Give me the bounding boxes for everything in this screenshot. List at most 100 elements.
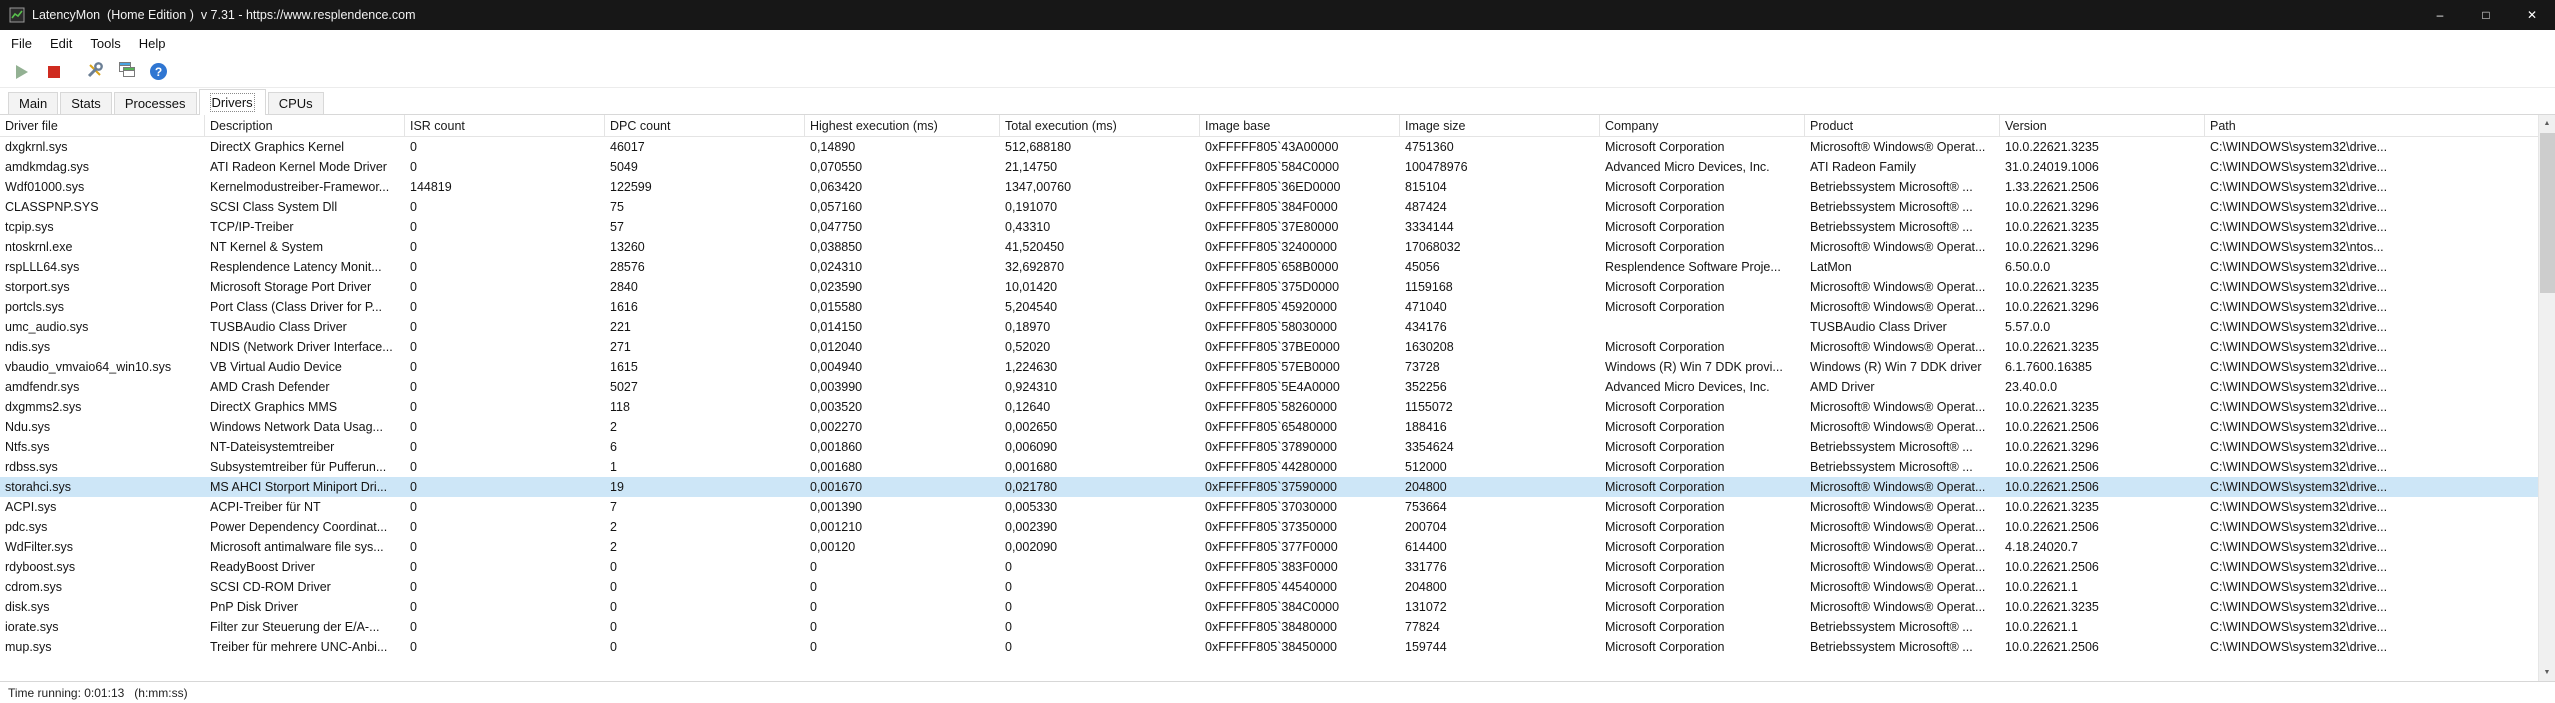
column-header-highest-execution-ms[interactable]: Highest execution (ms) bbox=[805, 115, 1000, 136]
cell-company: Microsoft Corporation bbox=[1605, 640, 1725, 654]
cell-product: Microsoft® Windows® Operat... bbox=[1810, 480, 1986, 494]
cell-product: ATI Radeon Family bbox=[1810, 160, 1917, 174]
cell-highest-execution-ms: 0,004940 bbox=[810, 360, 863, 374]
cell-product: TUSBAudio Class Driver bbox=[1810, 320, 1947, 334]
cell-dpc-count: 5027 bbox=[610, 380, 638, 394]
cell-image-size: 204800 bbox=[1405, 480, 1447, 494]
table-row-pdc-sys[interactable]: pdc.sys Power Dependency Coordinat... 0 2 0,… bbox=[0, 517, 2555, 537]
tab-processes[interactable]: Processes bbox=[113, 92, 197, 114]
column-header-total-execution-ms[interactable]: Total execution (ms) bbox=[1000, 115, 1200, 136]
table-row-dxgmms2-sys[interactable]: dxgmms2.sys DirectX Graphics MMS 0 118 0,003… bbox=[0, 397, 2555, 417]
table-row-cdrom-sys[interactable]: cdrom.sys SCSI CD-ROM Driver 0 0 0 0 0xFFFFF80… bbox=[0, 577, 2555, 597]
table-row-ndu-sys[interactable]: Ndu.sys Windows Network Data Usag... 0 2 0,0… bbox=[0, 417, 2555, 437]
cell-company: Microsoft Corporation bbox=[1605, 480, 1725, 494]
table-row-storport-sys[interactable]: storport.sys Microsoft Storage Port Drive… bbox=[0, 277, 2555, 297]
app-icon[interactable] bbox=[9, 7, 25, 23]
scroll-down-button[interactable]: ▼ bbox=[2539, 664, 2555, 681]
table-row-iorate-sys[interactable]: iorate.sys Filter zur Steuerung der E/A-.… bbox=[0, 617, 2555, 637]
column-header-image-size[interactable]: Image size bbox=[1400, 115, 1600, 136]
cell-path: C:\WINDOWS\system32\drive... bbox=[2210, 460, 2388, 474]
table-row-classpnp-sys[interactable]: CLASSPNP.SYS SCSI Class System Dll 0 75 0,05… bbox=[0, 197, 2555, 217]
table-row-amdfendr-sys[interactable]: amdfendr.sys AMD Crash Defender 0 5027 0,003… bbox=[0, 377, 2555, 397]
cell-highest-execution-ms: 0,002270 bbox=[810, 420, 863, 434]
column-header-dpc-count[interactable]: DPC count bbox=[605, 115, 805, 136]
table-row-umc-audio-sys[interactable]: umc_audio.sys TUSBAudio Class Driver 0 221 0… bbox=[0, 317, 2555, 337]
table-row-rdyboost-sys[interactable]: rdyboost.sys ReadyBoost Driver 0 0 0 0 0xFFFFF… bbox=[0, 557, 2555, 577]
cell-total-execution-ms: 21,14750 bbox=[1005, 160, 1058, 174]
table-row-ntoskrnl-exe[interactable]: ntoskrnl.exe NT Kernel & System 0 13260 0,03… bbox=[0, 237, 2555, 257]
start-monitor-button[interactable] bbox=[7, 59, 36, 85]
table-row-acpi-sys[interactable]: ACPI.sys ACPI-Treiber für NT 0 7 0,001390 0,0… bbox=[0, 497, 2555, 517]
column-header-path[interactable]: Path bbox=[2205, 115, 2555, 136]
table-row-disk-sys[interactable]: disk.sys PnP Disk Driver 0 0 0 0 0xFFFFF805`38… bbox=[0, 597, 2555, 617]
cell-driver-file: ndis.sys bbox=[5, 340, 51, 354]
menu-tools[interactable]: Tools bbox=[81, 30, 129, 56]
scroll-up-button[interactable]: ▲ bbox=[2539, 115, 2555, 132]
table-row-mup-sys[interactable]: mup.sys Treiber für mehrere UNC-Anbi... 0 0… bbox=[0, 637, 2555, 657]
cell-version: 10.0.22621.3296 bbox=[2005, 300, 2099, 314]
table-row-storahci-sys[interactable]: storahci.sys MS AHCI Storport Miniport Dr… bbox=[0, 477, 2555, 497]
close-button[interactable]: ✕ bbox=[2509, 0, 2555, 30]
table-row-wdf01000-sys[interactable]: Wdf01000.sys Kernelmodustreiber-Framewor.… bbox=[0, 177, 2555, 197]
cell-product: Betriebssystem Microsoft® ... bbox=[1810, 220, 1973, 234]
cell-isr-count: 0 bbox=[410, 320, 417, 334]
cell-isr-count: 0 bbox=[410, 580, 417, 594]
cell-version: 4.18.24020.7 bbox=[2005, 540, 2078, 554]
cell-product: Microsoft® Windows® Operat... bbox=[1810, 600, 1986, 614]
tools-icon bbox=[86, 61, 104, 82]
cell-path: C:\WINDOWS\system32\drive... bbox=[2210, 580, 2388, 594]
cell-image-size: 434176 bbox=[1405, 320, 1447, 334]
table-row-portcls-sys[interactable]: portcls.sys Port Class (Class Driver for … bbox=[0, 297, 2555, 317]
cell-highest-execution-ms: 0,14890 bbox=[810, 140, 856, 154]
vertical-scrollbar[interactable]: ▲ ▼ bbox=[2538, 115, 2555, 681]
cell-dpc-count: 0 bbox=[610, 620, 617, 634]
cell-product: Microsoft® Windows® Operat... bbox=[1810, 560, 1986, 574]
minimize-button[interactable]: – bbox=[2417, 0, 2463, 30]
table-row-vbaudio-vmvaio64-win10-sys[interactable]: vbaudio_vmvaio64_win10.sys VB Virtual Aud… bbox=[0, 357, 2555, 377]
column-header-product[interactable]: Product bbox=[1805, 115, 2000, 136]
tab-label: Main bbox=[19, 96, 48, 111]
column-header-image-base[interactable]: Image base bbox=[1200, 115, 1400, 136]
table-row-rsplll64-sys[interactable]: rspLLL64.sys Resplendence Latency Monit..… bbox=[0, 257, 2555, 277]
help-button[interactable]: ? bbox=[144, 59, 173, 85]
table-row-amdkmdag-sys[interactable]: amdkmdag.sys ATI Radeon Kernel Mode Drive… bbox=[0, 157, 2555, 177]
menu-help[interactable]: Help bbox=[130, 30, 175, 56]
minimize-icon: – bbox=[2436, 8, 2444, 22]
tab-cpus[interactable]: CPUs bbox=[267, 92, 324, 114]
cell-version: 10.0.22621.3235 bbox=[2005, 220, 2099, 234]
table-row-ndis-sys[interactable]: ndis.sys NDIS (Network Driver Interface..… bbox=[0, 337, 2555, 357]
cell-description: TCP/IP-Treiber bbox=[210, 220, 294, 234]
tab-drivers[interactable]: Drivers bbox=[198, 89, 266, 115]
cell-version: 10.0.22621.2506 bbox=[2005, 520, 2099, 534]
table-row-ntfs-sys[interactable]: Ntfs.sys NT-Dateisystemtreiber 0 6 0,001860 0… bbox=[0, 437, 2555, 457]
table-row-tcpip-sys[interactable]: tcpip.sys TCP/IP-Treiber 0 57 0,047750 0,4331… bbox=[0, 217, 2555, 237]
stop-monitor-button[interactable] bbox=[39, 59, 68, 85]
column-header-driver-file[interactable]: Driver file bbox=[0, 115, 205, 136]
menu-file[interactable]: File bbox=[2, 30, 41, 56]
tab-main[interactable]: Main bbox=[8, 92, 59, 114]
cell-dpc-count: 75 bbox=[610, 200, 624, 214]
tab-stats[interactable]: Stats bbox=[60, 92, 112, 114]
menu-edit[interactable]: Edit bbox=[41, 30, 81, 56]
column-header-isr-count[interactable]: ISR count bbox=[405, 115, 605, 136]
table-row-rdbss-sys[interactable]: rdbss.sys Subsystemtreiber für Pufferun..… bbox=[0, 457, 2555, 477]
cell-description: ReadyBoost Driver bbox=[210, 560, 315, 574]
cell-isr-count: 0 bbox=[410, 140, 417, 154]
scrollbar-thumb[interactable] bbox=[2540, 133, 2555, 293]
cell-image-base: 0xFFFFF805`38450000 bbox=[1205, 640, 1338, 654]
maximize-button[interactable]: □ bbox=[2463, 0, 2509, 30]
column-header-description[interactable]: Description bbox=[205, 115, 405, 136]
table-row-dxgkrnl-sys[interactable]: dxgkrnl.sys DirectX Graphics Kernel 0 46017… bbox=[0, 137, 2555, 157]
cell-description: Microsoft Storage Port Driver bbox=[210, 280, 372, 294]
tab-strip: Main Stats Processes Drivers CPUs bbox=[0, 88, 2555, 115]
cell-version: 10.0.22621.3296 bbox=[2005, 200, 2099, 214]
column-header-company[interactable]: Company bbox=[1600, 115, 1805, 136]
titlebar[interactable]: LatencyMon (Home Edition ) v 7.31 - http… bbox=[0, 0, 2555, 30]
table-row-wdfilter-sys[interactable]: WdFilter.sys Microsoft antimalware file s… bbox=[0, 537, 2555, 557]
cell-product: Microsoft® Windows® Operat... bbox=[1810, 280, 1986, 294]
table-header-row: Driver file Description ISR count DPC count… bbox=[0, 115, 2555, 137]
column-header-version[interactable]: Version bbox=[2000, 115, 2205, 136]
report-button[interactable] bbox=[112, 59, 141, 85]
cell-company: Microsoft Corporation bbox=[1605, 500, 1725, 514]
options-button[interactable] bbox=[80, 59, 109, 85]
